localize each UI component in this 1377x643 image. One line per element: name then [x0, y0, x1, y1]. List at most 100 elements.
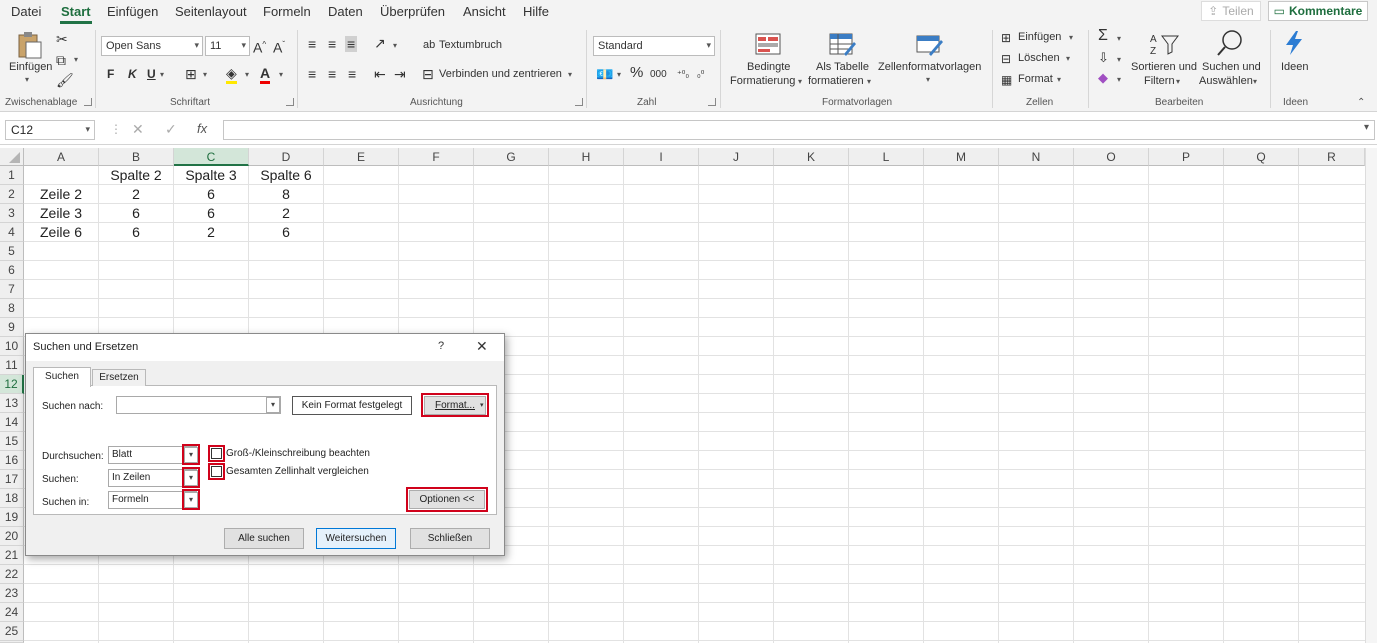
merge-center-icon[interactable]: ⊟	[422, 66, 434, 82]
row-header-10[interactable]: 10	[0, 337, 24, 356]
sort-filter-icon[interactable]: AZ	[1148, 30, 1180, 58]
enter-icon[interactable]: ✓	[165, 121, 177, 138]
row-header-13[interactable]: 13	[0, 394, 24, 413]
paste-icon[interactable]	[14, 30, 44, 60]
row-header-16[interactable]: 16	[0, 451, 24, 470]
row-header-24[interactable]: 24	[0, 603, 24, 622]
row-header-4[interactable]: 4	[0, 223, 24, 242]
find-dropdown-icon[interactable]: ▾	[1253, 77, 1257, 86]
close-icon[interactable]: ✕	[476, 338, 488, 355]
cell-c1[interactable]: Spalte 3	[174, 166, 248, 184]
column-header-m[interactable]: M	[924, 148, 999, 166]
formula-input[interactable]	[223, 120, 1375, 140]
column-header-q[interactable]: Q	[1224, 148, 1299, 166]
format-dropdown-icon[interactable]: ▾	[1057, 75, 1061, 84]
search-input[interactable]	[116, 396, 281, 414]
row-header-7[interactable]: 7	[0, 280, 24, 299]
format-cells-icon[interactable]: ▦	[1001, 72, 1012, 88]
column-header-c[interactable]: C	[174, 148, 249, 166]
row-header-14[interactable]: 14	[0, 413, 24, 432]
cell-c4[interactable]: 2	[174, 223, 248, 241]
help-button[interactable]: ?	[438, 340, 444, 352]
align-left-icon[interactable]: ≡	[308, 66, 316, 82]
table-dropdown-icon[interactable]: ▾	[867, 77, 871, 86]
row-header-3[interactable]: 3	[0, 204, 24, 223]
format-as-table-icon[interactable]	[828, 32, 856, 56]
fill-color-icon[interactable]: ◈	[226, 65, 237, 84]
font-launcher-icon[interactable]	[286, 98, 294, 106]
underline-dropdown-icon[interactable]: ▾	[160, 70, 164, 79]
menu-daten[interactable]: Daten	[328, 4, 363, 19]
row-header-15[interactable]: 15	[0, 432, 24, 451]
row-header-12[interactable]: 12	[0, 375, 24, 394]
border-dropdown-icon[interactable]: ▾	[203, 70, 207, 79]
format-painter-icon[interactable]: 🖌	[56, 72, 74, 88]
conditional-formatting-icon[interactable]	[754, 32, 782, 56]
cell-b3[interactable]: 6	[99, 204, 173, 222]
increase-indent-icon[interactable]: ⇥	[394, 66, 406, 82]
row-header-11[interactable]: 11	[0, 356, 24, 375]
menu-seitenlayout[interactable]: Seitenlayout	[175, 4, 247, 19]
select-all-corner[interactable]	[0, 148, 24, 166]
autosum-dropdown-icon[interactable]: ▾	[1117, 34, 1121, 43]
autosum-icon[interactable]: Σ	[1098, 28, 1108, 44]
name-box[interactable]: C12 ▾	[5, 120, 95, 140]
font-size-combo[interactable]: 11 ▾	[205, 36, 250, 56]
delete-dropdown-icon[interactable]: ▾	[1066, 54, 1070, 63]
find-select-label-2[interactable]: Auswählen	[1199, 75, 1253, 87]
merge-center-button[interactable]: Verbinden und zentrieren	[439, 68, 562, 80]
sort-filter-label-1[interactable]: Sortieren und	[1131, 61, 1197, 73]
column-header-a[interactable]: A	[24, 148, 99, 166]
column-header-j[interactable]: J	[699, 148, 774, 166]
format-cells-button[interactable]: Format	[1018, 73, 1053, 85]
menu-hilfe[interactable]: Hilfe	[523, 4, 549, 19]
align-top-icon[interactable]: ≡	[308, 36, 316, 52]
insert-cells-button[interactable]: Einfügen	[1018, 31, 1061, 43]
cell-b2[interactable]: 2	[99, 185, 173, 203]
menu-einfuegen[interactable]: Einfügen	[107, 4, 158, 19]
fill-color-dropdown-icon[interactable]: ▾	[245, 70, 249, 79]
conditional-formatting-label-2[interactable]: Formatierung	[730, 75, 795, 87]
format-as-table-label-1[interactable]: Als Tabelle	[816, 61, 869, 73]
align-bottom-icon[interactable]: ≡	[345, 36, 358, 52]
cell-d4[interactable]: 6	[249, 223, 323, 241]
vertical-scrollbar[interactable]	[1365, 148, 1377, 643]
column-header-p[interactable]: P	[1149, 148, 1224, 166]
column-header-n[interactable]: N	[999, 148, 1074, 166]
column-header-h[interactable]: H	[549, 148, 624, 166]
row-header-25[interactable]: 25	[0, 622, 24, 641]
expand-formula-icon[interactable]: ▾	[1364, 122, 1369, 133]
sort-dropdown-icon[interactable]: ▾	[1176, 77, 1180, 86]
row-header-1[interactable]: 1	[0, 166, 24, 185]
close-button[interactable]: Schließen	[410, 528, 490, 549]
menu-ueberpruefen[interactable]: Überprüfen	[380, 4, 445, 19]
ideas-icon[interactable]	[1282, 29, 1306, 57]
row-header-21[interactable]: 21	[0, 546, 24, 565]
comments-button[interactable]: ▭ Kommentare	[1268, 1, 1368, 21]
cell-a2[interactable]: Zeile 2	[24, 185, 98, 203]
menu-formeln[interactable]: Formeln	[263, 4, 311, 19]
thousands-separator-icon[interactable]: 000	[650, 67, 667, 83]
delete-cells-button[interactable]: Löschen	[1018, 52, 1060, 64]
cell-b4[interactable]: 6	[99, 223, 173, 241]
cell-c2[interactable]: 6	[174, 185, 248, 203]
share-button[interactable]: ⇪ Teilen	[1201, 1, 1261, 21]
underline-button[interactable]: U	[147, 66, 156, 82]
cell-d1[interactable]: Spalte 6	[249, 166, 323, 184]
decrease-font-icon[interactable]: Aˇ	[273, 37, 285, 56]
sort-filter-label-2[interactable]: Filtern	[1144, 75, 1175, 87]
column-header-k[interactable]: K	[774, 148, 849, 166]
cell-styles-icon[interactable]	[915, 32, 943, 56]
clipboard-launcher-icon[interactable]	[84, 98, 92, 106]
cell-styles-dropdown-icon[interactable]: ▾	[926, 75, 930, 84]
fill-icon[interactable]: ⇩	[1098, 50, 1109, 66]
row-header-18[interactable]: 18	[0, 489, 24, 508]
insert-function-icon[interactable]: fx	[197, 121, 207, 136]
search-history-dropdown[interactable]: ▾	[266, 397, 280, 413]
font-color-dropdown-icon[interactable]: ▾	[279, 70, 283, 79]
delete-cells-icon[interactable]: ⊟	[1001, 51, 1011, 67]
orientation-dropdown-icon[interactable]: ▾	[393, 41, 397, 50]
match-case-label[interactable]: Groß-/Kleinschreibung beachten	[226, 448, 370, 459]
match-entire-label[interactable]: Gesamten Zellinhalt vergleichen	[226, 466, 369, 477]
align-center-icon[interactable]: ≡	[328, 66, 336, 82]
